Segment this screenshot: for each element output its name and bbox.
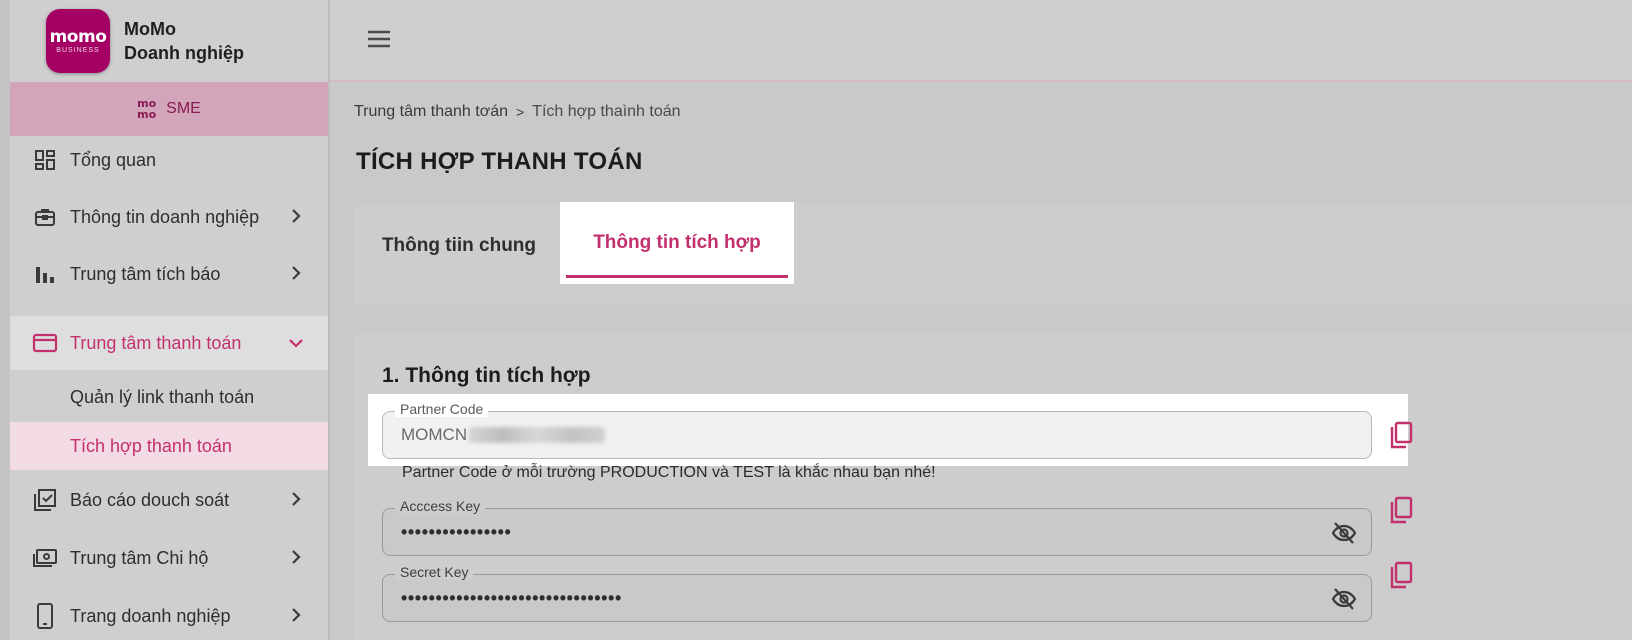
chevron-right-icon [292, 209, 301, 223]
secret-key-field[interactable]: Secret Key •••••••••••••••••••••••••••••… [382, 564, 1372, 622]
bar-chart-icon [32, 261, 58, 287]
access-key-field[interactable]: Acccess Key •••••••••••••••• [382, 498, 1372, 556]
sidebar-item-label: Trung tâm thanh toán [70, 332, 242, 353]
sidebar-item-overview[interactable]: Tổng quan [10, 132, 328, 188]
partner-code-field[interactable]: Partner Code MOMCN [382, 401, 1372, 459]
tabs-card: Thông tiin chung Thông tin tích hợp [354, 202, 1632, 304]
breadcrumb-separator: > [515, 104, 525, 120]
sidebar-subitem-payment-integration[interactable]: Tích hợp thanh toán [10, 422, 328, 470]
chevron-right-icon [292, 550, 301, 564]
sidebar-item-payment-center[interactable]: Trung tâm thanh toán [10, 316, 328, 370]
integration-info-card: 1. Thông tin tích hợp Partner Code MOMCN… [354, 332, 1632, 640]
logo-subtext: BUSINESS [56, 46, 100, 54]
tab-general-info[interactable]: Thông tiin chung [374, 204, 544, 288]
sidebar-subitem-payment-links[interactable]: Quản lý link thanh toán [10, 372, 328, 422]
menu-icon[interactable] [366, 28, 392, 50]
chevron-right-icon [292, 608, 301, 622]
breadcrumb-parent-link[interactable]: Trung tâm thanh tơán [354, 103, 508, 121]
sidebar-item-label: Trung tâm tích báo [70, 263, 221, 284]
sidebar-item-business-info[interactable]: Thông tin doanh nghiệp [10, 189, 328, 245]
breadcrumb-current: Tích hợp thaình toán [532, 103, 681, 120]
eye-off-icon[interactable] [1331, 587, 1357, 611]
chevron-right-icon [292, 492, 301, 506]
sme-banner[interactable]: mo mo SME [10, 82, 328, 136]
sidebar-item-disbursement-center[interactable]: Trung tâm Chi hộ [10, 530, 328, 586]
phone-icon [32, 603, 58, 629]
chevron-right-icon [292, 266, 301, 280]
access-key-value: •••••••••••••••• [401, 521, 512, 542]
sidebar-item-label: Trang doanh nghiệp [70, 605, 231, 626]
partner-code-helper-text: Partner Code ở mỗi trường PRODUCTION và … [402, 464, 936, 481]
copy-icon[interactable] [1388, 421, 1414, 449]
brand-name: MoMo Doanh nghiệp [124, 17, 244, 65]
partner-code-label: Partner Code [395, 401, 489, 417]
tab-active-indicator [566, 275, 788, 278]
partner-code-redacted [469, 427, 606, 443]
sidebar-item-reconciliation-report[interactable]: Báo cáo douch soát [10, 472, 328, 528]
section-title: 1. Thông tin tích hợp [382, 364, 591, 387]
copy-icon[interactable] [1388, 496, 1414, 524]
secret-key-value: •••••••••••••••••••••••••••••••• [401, 587, 622, 608]
top-header [330, 0, 1632, 82]
sidebar: momo BUSINESS MoMo Doanh nghiệp mo mo SM… [0, 0, 330, 640]
sidebar-item-label: Báo cáo douch soát [70, 489, 230, 510]
sme-label: SME [166, 100, 201, 117]
sidebar-subitem-label: Tích hợp thanh toán [70, 435, 232, 456]
brand-name-line2: Doanh nghiệp [124, 43, 244, 63]
copy-icon[interactable] [1388, 561, 1414, 589]
momo-logo: momo BUSINESS [46, 9, 110, 73]
credit-card-icon [32, 330, 58, 356]
sme-mark-bottom: mo [137, 108, 157, 121]
dashboard-icon [32, 147, 58, 173]
brand-header[interactable]: momo BUSINESS MoMo Doanh nghiệp [10, 0, 328, 82]
sidebar-item-label: Trung tâm Chi hộ [70, 547, 209, 568]
breadcrumb: Trung tâm thanh tơán > Tích hợp thaình t… [354, 103, 681, 121]
logo-text: momo [49, 26, 107, 47]
tab-label: Thông tin tích hợp [593, 232, 761, 253]
page-title: TÍCH HỢP THANH TOÁN [356, 148, 643, 175]
sidebar-item-label: Thông tin doanh nghiệp [70, 206, 260, 227]
sidebar-subitem-label: Quản lý link thanh toán [70, 386, 255, 407]
secret-key-label: Secret Key [395, 564, 474, 580]
cash-icon [32, 545, 58, 571]
tab-label: Thông tiin chung [381, 235, 537, 256]
sidebar-item-report-center[interactable]: Trung tâm tích báo [10, 246, 328, 302]
sidebar-edge [0, 0, 10, 640]
tab-integration-info[interactable]: Thông tin tích hợp [560, 202, 794, 284]
briefcase-icon [32, 204, 58, 230]
chevron-down-icon [289, 339, 303, 348]
eye-off-icon[interactable] [1331, 521, 1357, 545]
checklist-icon [32, 487, 58, 513]
sidebar-item-label: Tổng quan [70, 149, 157, 170]
partner-code-value: MOMCN [401, 425, 468, 444]
brand-name-line1: MoMo [124, 19, 176, 39]
access-key-label: Acccess Key [395, 498, 486, 514]
sidebar-item-business-page[interactable]: Trang doanh nghiệp [10, 588, 328, 640]
momo-mark-icon: mo mo [137, 98, 156, 120]
